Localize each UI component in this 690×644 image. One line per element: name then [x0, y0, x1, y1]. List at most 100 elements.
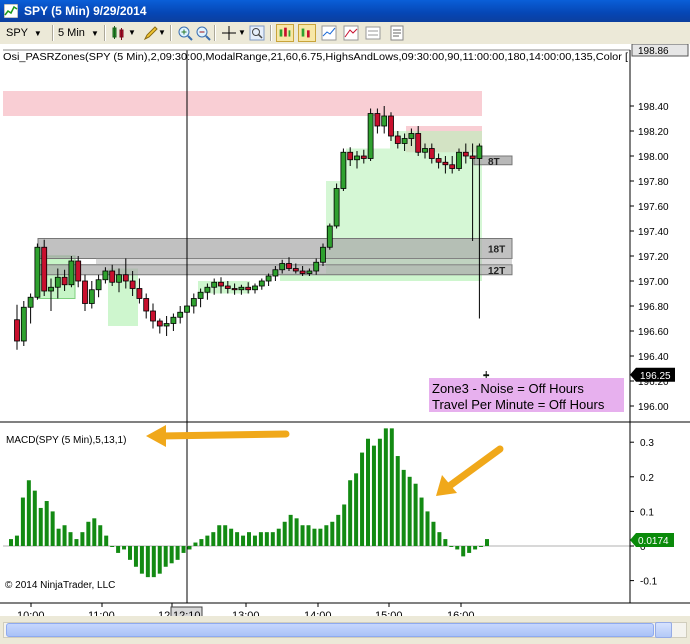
macd-bar	[312, 528, 317, 546]
price-tick-label: 198.00	[638, 152, 669, 163]
macd-bar	[80, 532, 85, 546]
macd-bar	[50, 511, 55, 546]
macd-bar	[264, 532, 269, 546]
macd-bar	[282, 521, 287, 546]
candle-body	[333, 188, 340, 227]
candle-body	[320, 246, 326, 263]
candle-body	[354, 155, 360, 161]
chevron-down-icon: ▼	[90, 29, 99, 38]
toolbar-divider	[104, 25, 106, 41]
macd-bar	[348, 480, 353, 546]
candle-body	[456, 151, 462, 169]
candle-body	[197, 291, 204, 299]
chart-area[interactable]: 198.40 198.20 198.00 197.80 197.60 197.40 197.…	[0, 44, 690, 616]
indicators-icon[interactable]	[320, 24, 338, 42]
macd-tick-label: 0.2	[640, 473, 654, 484]
magnifier-icon[interactable]	[248, 24, 266, 42]
macd-bar	[318, 528, 323, 546]
scroll-right-button[interactable]	[655, 622, 672, 638]
candle-body	[177, 311, 184, 318]
candle-body	[435, 158, 442, 163]
zone-label: 12T	[488, 266, 505, 277]
chevron-down-icon[interactable]: ▼	[128, 24, 136, 42]
candle-body	[313, 261, 320, 272]
chevron-down-icon[interactable]: ▼	[238, 24, 246, 42]
copyright-label: © 2014 NinjaTrader, LLC	[5, 580, 115, 591]
macd-bar	[74, 539, 79, 546]
macd-tick-label: 0.3	[640, 438, 654, 449]
macd-bar	[98, 525, 103, 546]
candlestick	[68, 256, 75, 288]
window-title-bar: SPY (5 Min) 9/29/2014	[0, 0, 690, 22]
candlestick	[34, 243, 41, 300]
candle-body	[286, 263, 292, 269]
macd-bar	[288, 514, 293, 546]
macd-bar	[443, 539, 448, 546]
macd-bar	[62, 525, 67, 546]
candle-body	[408, 133, 415, 139]
candlestick	[326, 223, 333, 250]
price-tick-label: 196.80	[638, 302, 669, 313]
candle-body	[394, 135, 401, 144]
candle-body	[27, 296, 34, 308]
zone-label: 8T	[488, 157, 500, 168]
price-tick-label: 197.60	[638, 202, 669, 213]
macd-bar	[276, 528, 281, 546]
macd-bar	[38, 507, 43, 546]
candle-body	[156, 320, 163, 327]
candlestick	[367, 108, 374, 161]
chart-toolbar: SPY ▼ 5 Min ▼ ▼ ▼ ▼	[0, 22, 690, 45]
macd-bar	[324, 525, 329, 546]
macd-bar	[44, 501, 49, 546]
candle-body	[48, 286, 54, 292]
macd-bar	[473, 546, 478, 550]
zoom-in-icon[interactable]	[176, 24, 194, 42]
candle-body	[428, 148, 435, 159]
indicator-label: Osi_PASRZones(SPY (5 Min),2,09:30:00,Mod…	[3, 52, 628, 63]
macd-last-label: 0.0174	[638, 536, 669, 547]
macd-tick-label: -0.1	[640, 577, 658, 588]
macd-bar	[413, 483, 418, 546]
macd-bar	[122, 546, 127, 550]
macd-bar	[86, 521, 91, 546]
macd-bar	[377, 438, 382, 546]
candle-body	[360, 155, 367, 159]
instrument-selector[interactable]: SPY ▼	[6, 24, 46, 42]
candle-body	[272, 269, 279, 277]
chart-style-icon[interactable]	[110, 24, 128, 42]
instrument-label: SPY	[6, 27, 28, 39]
zone-label: 18T	[488, 245, 505, 256]
candle-body	[82, 280, 88, 304]
candle-body	[218, 281, 224, 287]
candle-body	[347, 151, 354, 161]
price-tick-label: 197.20	[638, 252, 669, 263]
macd-bar	[163, 546, 168, 567]
macd-tick-label: 0.1	[640, 507, 654, 518]
macd-bar	[199, 539, 204, 546]
zoom-out-icon[interactable]	[194, 24, 212, 42]
candle-body	[68, 260, 75, 286]
horizontal-scrollbar[interactable]	[0, 616, 690, 644]
candle-body	[238, 286, 245, 291]
strategies-icon[interactable]	[342, 24, 360, 42]
interval-selector[interactable]: 5 Min ▼	[58, 24, 104, 42]
price-tick-label: 197.00	[638, 277, 669, 288]
chart-trader-icon[interactable]	[364, 24, 382, 42]
scrollbar-thumb[interactable]	[6, 623, 654, 637]
price-tick-label: 198.20	[638, 127, 669, 138]
macd-bar	[26, 480, 31, 546]
candle-body	[20, 306, 27, 342]
data-series-icon[interactable]	[298, 24, 316, 42]
macd-bar	[181, 546, 186, 553]
macd-bar	[360, 452, 365, 546]
price-tick-label: 197.40	[638, 227, 669, 238]
macd-bar	[306, 525, 311, 546]
macd-bar	[294, 518, 299, 546]
candle-body	[483, 374, 490, 377]
chevron-down-icon[interactable]: ▼	[158, 24, 166, 42]
chart-properties-icon[interactable]	[276, 24, 294, 42]
candle-body	[136, 288, 143, 299]
properties-icon[interactable]	[388, 24, 406, 42]
crosshair-icon[interactable]	[220, 24, 238, 42]
macd-bar	[205, 535, 210, 546]
